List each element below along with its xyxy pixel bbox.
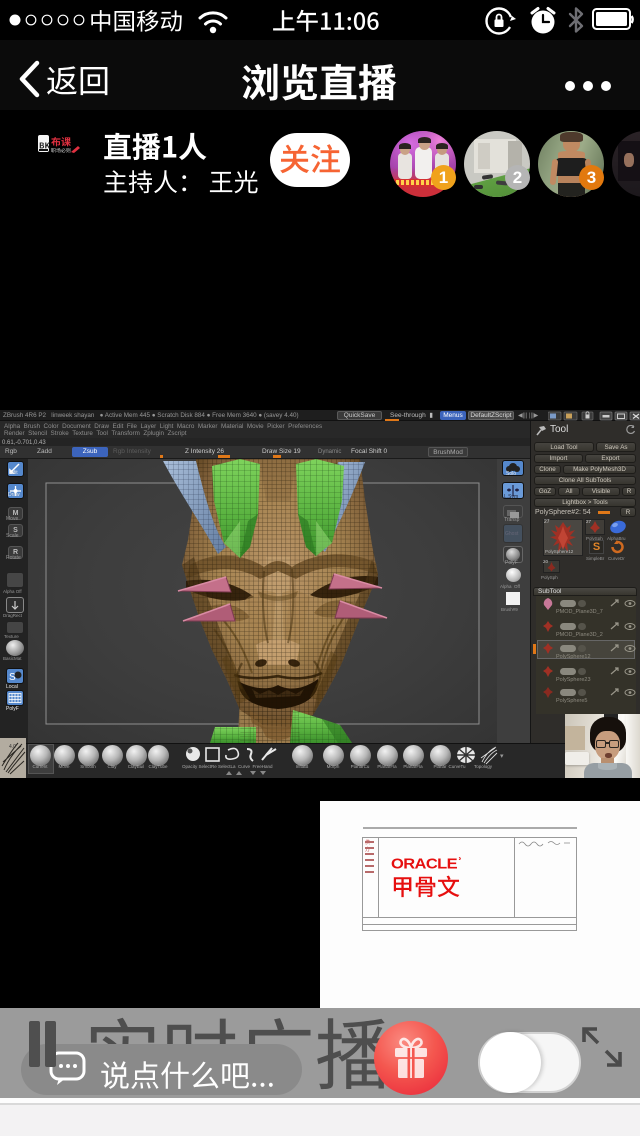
svg-text:4.0: 4.0 (9, 744, 16, 750)
